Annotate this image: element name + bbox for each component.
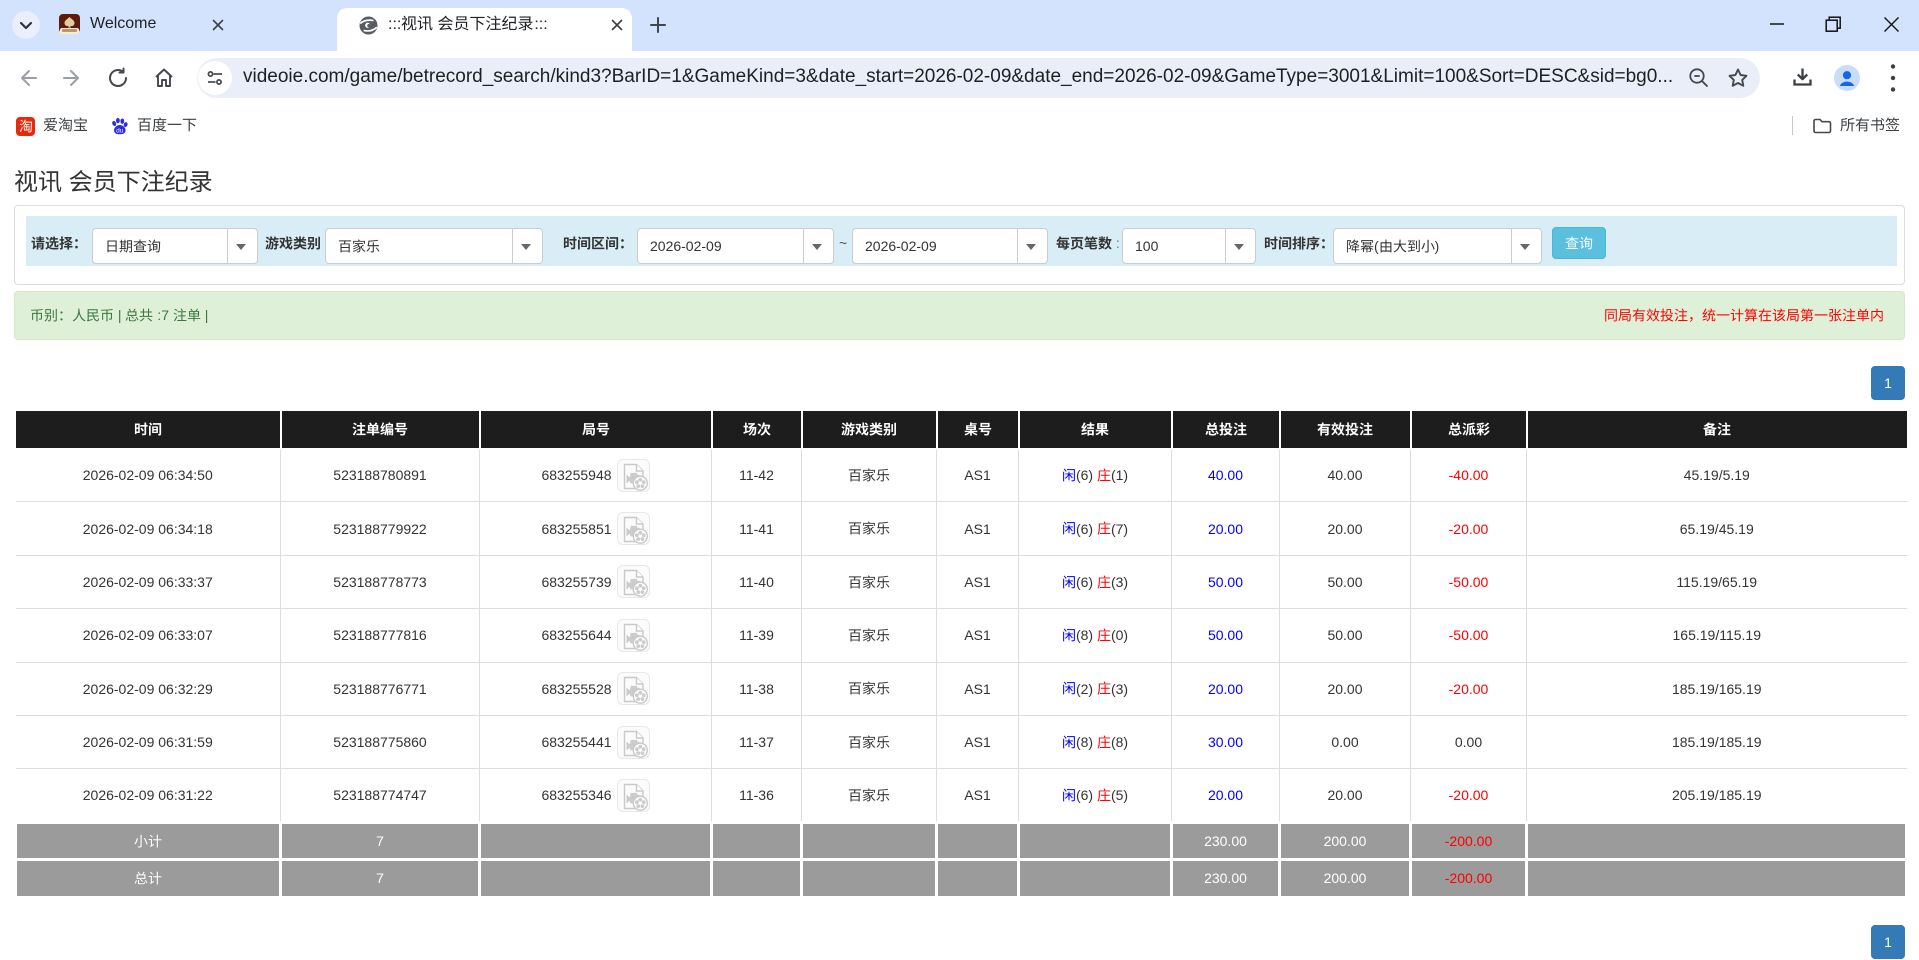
svg-text:du: du (116, 127, 124, 134)
